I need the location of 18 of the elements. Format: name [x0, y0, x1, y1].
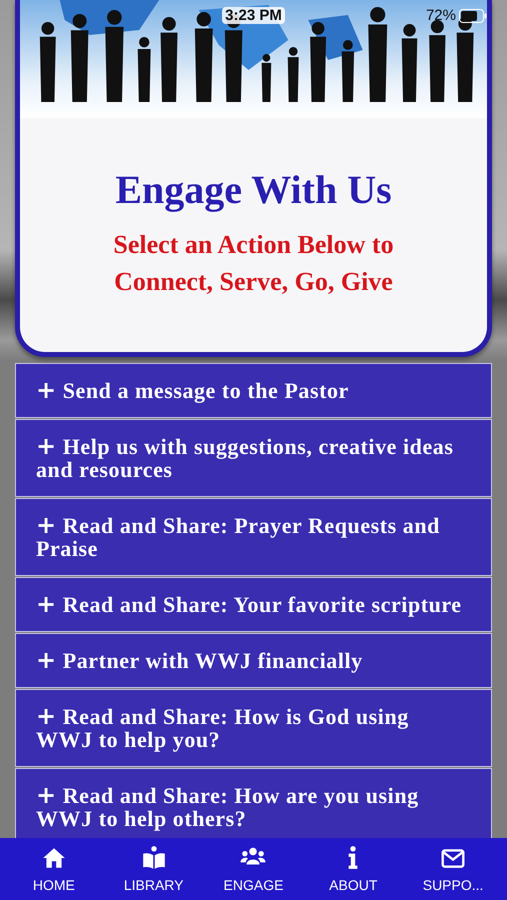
page-title: Engage With Us	[114, 168, 393, 212]
page-subtitle: Select an Action Below to Connect, Serve, Go, Give	[112, 229, 395, 298]
battery-percent: 72%	[426, 7, 456, 24]
book-icon	[140, 845, 167, 871]
action-item[interactable]: + Send a message to the Pastor	[15, 363, 492, 418]
battery-icon	[459, 8, 487, 22]
tab-button[interactable]: LIBRARY	[106, 841, 202, 897]
action-item[interactable]: + Partner with WWJ financially	[15, 633, 492, 688]
action-item[interactable]: + Read and Share: How are you using WWJ to help others?	[15, 768, 492, 838]
tab-button[interactable]: HOME	[6, 841, 102, 897]
action-item[interactable]: + Read and Share: Prayer Requests and Praise	[15, 498, 492, 576]
status-time: 3:23 PM	[222, 6, 285, 24]
tab-button[interactable]: SUPPO...	[405, 841, 502, 897]
action-item[interactable]: + Read and Share: How is God using WWJ to help you?	[15, 689, 492, 767]
action-item[interactable]: + Help us with suggestions, creative ideas and resources	[15, 419, 492, 497]
tab-button[interactable]: ABOUT	[305, 841, 402, 897]
action-item[interactable]: + Read and Share: Your favorite scripture	[15, 577, 492, 632]
tab-button[interactable]: ENGAGE	[205, 841, 302, 897]
